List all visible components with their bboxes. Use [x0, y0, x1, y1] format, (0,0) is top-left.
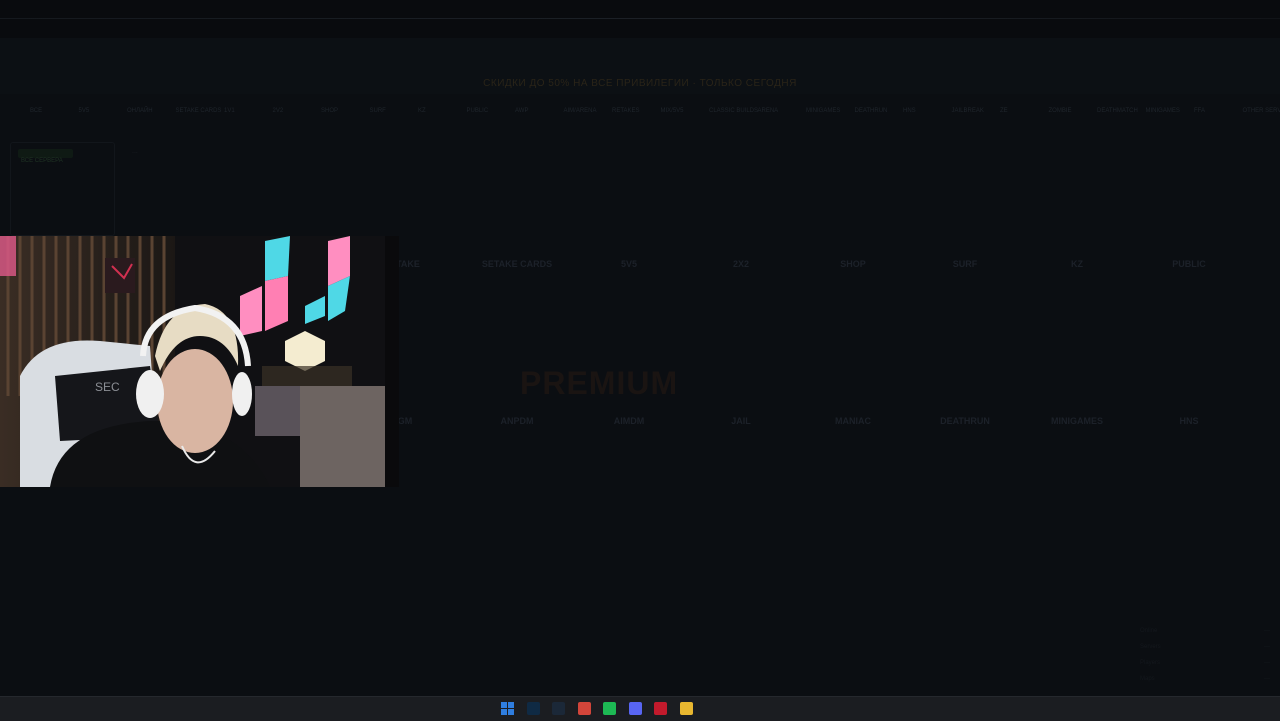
nav-item[interactable]: DEATHRUN — [855, 108, 888, 114]
filter-label: ... — [132, 148, 138, 155]
nav-item[interactable]: ZOMBIE — [1049, 108, 1072, 114]
promo-banner[interactable]: СКИДКИ ДО 50% НА ВСЕ ПРИВИЛЕГИИ · ТОЛЬКО… — [0, 78, 1280, 89]
nav-item[interactable]: AIM/ARENA — [564, 108, 597, 114]
nav-item[interactable]: RETAKES — [612, 108, 640, 114]
main-navigation: ВСЕ 5V5 ОНЛАЙН SETAKE CARDS1V1 2V2 SHOP SURF KZ… — [0, 108, 1280, 122]
nav-item[interactable]: ARENA — [758, 108, 779, 114]
discord-icon[interactable] — [629, 702, 642, 715]
nav-item[interactable]: SHOP — [321, 108, 338, 114]
nav-item[interactable]: MIX/5V5 — [661, 108, 684, 114]
filter-chip-label: ВСЕ СЕРВЕРА — [18, 158, 63, 164]
nav-item[interactable]: ОНЛАЙН — [127, 108, 153, 114]
nav-item[interactable]: KZ — [418, 108, 426, 114]
category-link[interactable]: KZ — [1071, 259, 1083, 269]
chrome-icon[interactable] — [578, 702, 591, 715]
stats-value: — — [1264, 644, 1270, 660]
stats-row: Online — — [1140, 628, 1270, 644]
tab-strip-divider — [0, 18, 1280, 19]
category-link[interactable]: MINIGAMES — [1051, 416, 1103, 426]
nav-item[interactable]: ZE — [1000, 108, 1008, 114]
file-explorer-icon[interactable] — [680, 702, 693, 715]
stats-panel: Online — Servers — Players — Maps — — [1140, 628, 1270, 692]
stats-row: Servers — — [1140, 644, 1270, 660]
category-link[interactable]: SURF — [953, 259, 978, 269]
nav-item[interactable]: SURF — [370, 108, 386, 114]
nav-item[interactable]: FFA — [1194, 108, 1205, 114]
category-link[interactable]: DEATHRUN — [940, 416, 990, 426]
stats-value: — — [1264, 676, 1270, 692]
stats-value: — — [1264, 660, 1270, 676]
nav-item[interactable]: CLASSIC BUILDS — [709, 108, 758, 114]
stats-label: Online — [1140, 628, 1157, 644]
nav-item[interactable]: DEATHMATCH — [1097, 108, 1138, 114]
category-link[interactable]: MANIAC — [835, 416, 871, 426]
category-link[interactable]: AIMDM — [614, 416, 645, 426]
nav-item[interactable]: 5V5 — [79, 108, 90, 114]
category-link[interactable]: SHOP — [840, 259, 866, 269]
stats-label: Maps — [1140, 676, 1155, 692]
category-link[interactable]: 5V5 — [621, 259, 637, 269]
spotify-icon[interactable] — [603, 702, 616, 715]
nav-item[interactable]: SETAKE CARDS — [176, 108, 222, 114]
filter-chip[interactable]: ВСЕ СЕРВЕРА — [18, 149, 73, 158]
nav-item[interactable]: JAILBREAK — [952, 108, 984, 114]
steam-icon[interactable] — [552, 702, 565, 715]
opera-icon[interactable] — [654, 702, 667, 715]
nav-item[interactable]: HNS — [903, 108, 916, 114]
category-link[interactable]: GM — [398, 416, 413, 426]
nav-item[interactable]: AWP — [515, 108, 528, 114]
stats-label: Players — [1140, 660, 1160, 676]
stats-label: Servers — [1140, 644, 1161, 660]
nav-item[interactable]: OTHER SERVERS — [1243, 108, 1280, 114]
nav-item[interactable]: 2V2 — [273, 108, 284, 114]
category-link[interactable]: PUBLIC — [1172, 259, 1206, 269]
stats-value: — — [1264, 628, 1270, 644]
webcam-overlay: SEC — [0, 236, 399, 487]
windows-start-icon[interactable] — [501, 702, 514, 715]
category-link[interactable]: SETAKE CARDS — [482, 259, 552, 269]
webcam-image: SEC — [0, 236, 399, 487]
nav-item[interactable]: ВСЕ — [30, 108, 42, 114]
premium-heading: PREMIUM — [520, 365, 678, 402]
photoshop-icon[interactable] — [527, 702, 540, 715]
nav-item[interactable]: MINIGAMES — [806, 108, 840, 114]
nav-item[interactable]: PUBLIC — [467, 108, 489, 114]
nav-item[interactable]: MINIGAMES — [1146, 108, 1180, 114]
nav-item[interactable]: 1V1 — [224, 108, 235, 114]
category-link[interactable]: ANPDM — [501, 416, 534, 426]
category-link[interactable]: 2X2 — [733, 259, 749, 269]
stats-row: Maps — — [1140, 676, 1270, 692]
category-link[interactable]: JAIL — [731, 416, 751, 426]
svg-text:SEC: SEC — [95, 380, 120, 394]
category-link[interactable]: HNS — [1179, 416, 1198, 426]
stats-row: Players — — [1140, 660, 1270, 676]
browser-top-bar — [0, 0, 1280, 38]
